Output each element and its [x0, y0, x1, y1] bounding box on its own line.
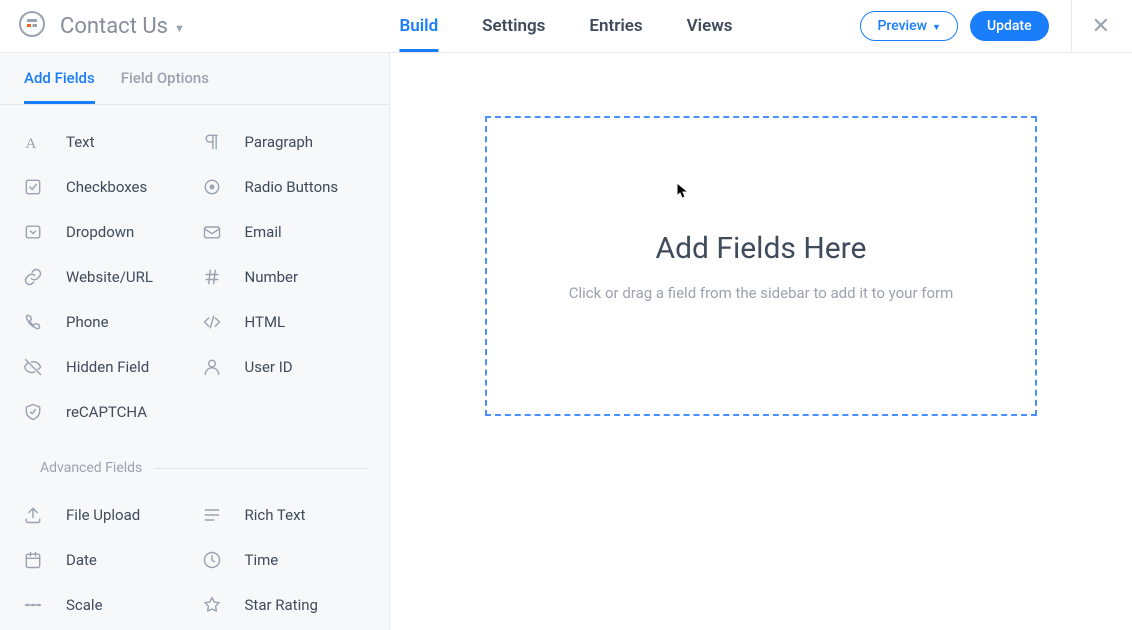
field-phone[interactable]: Phone [22, 299, 201, 344]
field-label: Radio Buttons [245, 178, 339, 196]
html-icon [201, 312, 223, 332]
field-email[interactable]: Email [201, 209, 380, 254]
close-icon[interactable]: ✕ [1088, 14, 1114, 39]
sidebar-tabs: Add Fields Field Options [0, 53, 389, 105]
field-label: reCAPTCHA [66, 403, 147, 421]
field-url[interactable]: Website/URL [22, 254, 201, 299]
clock-icon [201, 550, 223, 570]
field-userid[interactable]: User ID [201, 344, 380, 389]
user-icon [201, 357, 223, 377]
preview-button[interactable]: Preview ▼ [860, 11, 958, 41]
advanced-fields-divider: Advanced Fields [0, 454, 389, 488]
field-hidden[interactable]: Hidden Field [22, 344, 201, 389]
field-label: Star Rating [245, 596, 318, 614]
dropzone-subtitle: Click or drag a field from the sidebar t… [569, 284, 954, 302]
field-label: HTML [245, 313, 286, 331]
field-radio[interactable]: Radio Buttons [201, 164, 380, 209]
field-label: Dropdown [66, 223, 134, 241]
number-icon [201, 267, 223, 287]
phone-icon [22, 312, 44, 332]
field-label: File Upload [66, 506, 140, 524]
field-star-rating[interactable]: Star Rating [201, 582, 380, 627]
field-label: Time [245, 551, 279, 569]
advanced-fields-grid: File Upload Rich Text Date Time Scale St… [0, 488, 389, 630]
field-checkboxes[interactable]: Checkboxes [22, 164, 201, 209]
field-dropdown[interactable]: Dropdown [22, 209, 201, 254]
richtext-icon [201, 505, 223, 525]
field-label: Hidden Field [66, 358, 149, 376]
field-label: Text [66, 133, 95, 151]
field-time[interactable]: Time [201, 537, 380, 582]
radio-icon [201, 177, 223, 197]
scale-icon [22, 595, 44, 615]
form-canvas: Add Fields Here Click or drag a field fr… [390, 53, 1132, 630]
field-label: User ID [245, 358, 293, 376]
field-label: Number [245, 268, 299, 286]
upload-icon [22, 505, 44, 525]
field-label: Phone [66, 313, 109, 331]
field-label: Checkboxes [66, 178, 147, 196]
email-icon [201, 222, 223, 242]
preview-label: Preview [877, 18, 927, 34]
field-text[interactable]: A Text [22, 119, 201, 164]
field-file-upload[interactable]: File Upload [22, 492, 201, 537]
sidebar: Add Fields Field Options A Text Paragrap… [0, 53, 390, 630]
app-logo-icon [18, 10, 46, 42]
field-label: Paragraph [245, 133, 314, 151]
field-label: Website/URL [66, 268, 153, 286]
field-recaptcha[interactable]: reCAPTCHA [22, 389, 201, 434]
field-html[interactable]: HTML [201, 299, 380, 344]
top-bar: Contact Us ▼ Build Settings Entries View… [0, 0, 1132, 53]
dropdown-icon [22, 222, 44, 242]
tab-settings[interactable]: Settings [482, 0, 545, 52]
fields-grid: A Text Paragraph Checkboxes Radio Button… [0, 105, 389, 442]
field-label: Rich Text [245, 506, 306, 524]
text-icon: A [22, 132, 44, 152]
field-label: Scale [66, 596, 103, 614]
tab-build[interactable]: Build [399, 0, 438, 52]
field-label: Email [245, 223, 282, 241]
paragraph-icon [201, 132, 223, 152]
link-icon [22, 267, 44, 287]
form-title-dropdown[interactable]: Contact Us ▼ [60, 14, 185, 39]
tab-entries[interactable]: Entries [589, 0, 642, 52]
field-scale[interactable]: Scale [22, 582, 201, 627]
chevron-down-icon: ▼ [932, 22, 941, 33]
sidebar-tab-field-options[interactable]: Field Options [121, 69, 209, 104]
shield-icon [22, 402, 44, 422]
divider [1071, 0, 1072, 53]
main-tabs: Build Settings Entries Views [399, 0, 732, 52]
field-rich-text[interactable]: Rich Text [201, 492, 380, 537]
sidebar-tab-add-fields[interactable]: Add Fields [24, 69, 95, 104]
field-label: Date [66, 551, 97, 569]
field-paragraph[interactable]: Paragraph [201, 119, 380, 164]
star-icon [201, 595, 223, 615]
dropzone-title: Add Fields Here [656, 231, 867, 266]
form-title: Contact Us [60, 14, 168, 39]
svg-text:A: A [26, 135, 37, 151]
dropzone[interactable]: Add Fields Here Click or drag a field fr… [485, 116, 1037, 416]
header-actions: Preview ▼ Update ✕ [860, 0, 1114, 53]
calendar-icon [22, 550, 44, 570]
advanced-fields-label: Advanced Fields [40, 460, 142, 476]
field-date[interactable]: Date [22, 537, 201, 582]
field-number[interactable]: Number [201, 254, 380, 299]
checkbox-icon [22, 177, 44, 197]
hidden-icon [22, 357, 44, 377]
update-button[interactable]: Update [970, 11, 1049, 41]
logo-area: Contact Us ▼ [18, 10, 185, 42]
chevron-down-icon: ▼ [174, 22, 185, 35]
tab-views[interactable]: Views [687, 0, 733, 52]
